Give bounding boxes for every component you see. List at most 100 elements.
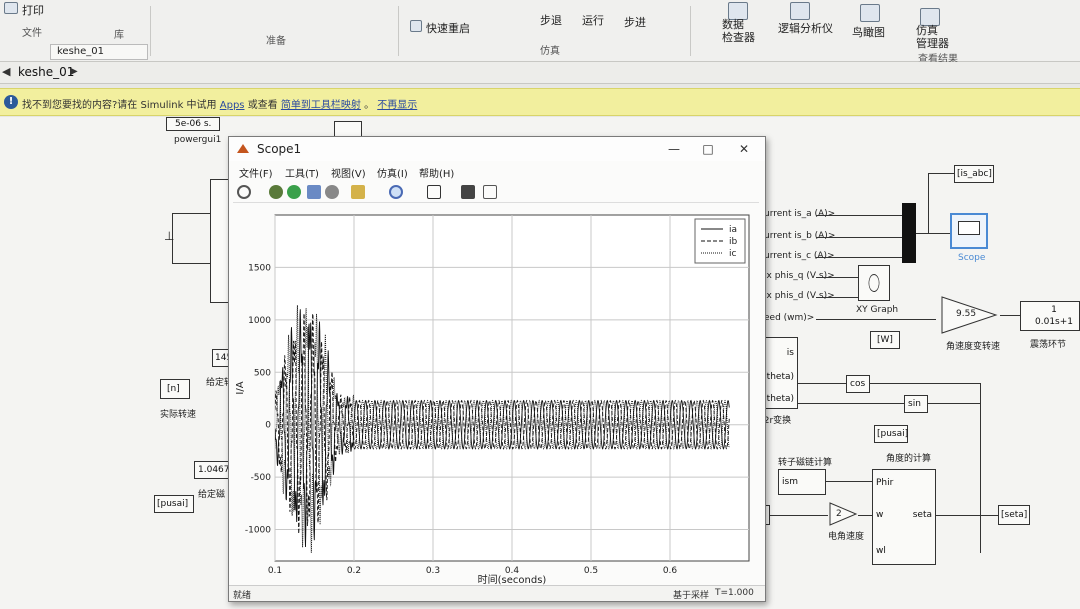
print-icon[interactable] xyxy=(4,2,18,14)
wire xyxy=(936,515,972,516)
y-tick-label: -1000 xyxy=(245,526,271,536)
goto-is-abc[interactable]: [is_abc] xyxy=(954,165,994,183)
model-tab[interactable]: keshe_01 xyxy=(50,44,148,60)
signal-label: urrent is_b (A)> xyxy=(764,231,836,241)
print-button[interactable]: 打印 xyxy=(22,2,44,18)
triggers-icon[interactable] xyxy=(461,185,475,199)
wire xyxy=(816,237,904,238)
dismiss-link[interactable]: 不再显示 xyxy=(377,100,417,111)
logic-analyzer-button[interactable]: 逻辑分析仪 xyxy=(778,20,833,36)
port-phir: Phir xyxy=(876,478,894,488)
nav-back-icon[interactable]: ◀ xyxy=(2,65,10,78)
breadcrumb[interactable]: keshe_01 xyxy=(18,65,74,79)
gain2-block[interactable] xyxy=(828,501,858,527)
prepare-section-label: 准备 xyxy=(266,36,286,47)
wire xyxy=(770,515,828,516)
menu-file[interactable]: 文件(F) xyxy=(239,165,273,180)
x-axis-label: 时间(seconds) xyxy=(478,573,547,585)
menu-tools[interactable]: 工具(T) xyxy=(285,165,319,180)
flux-ref-const[interactable]: 1.0467 xyxy=(194,461,232,479)
scope-block[interactable] xyxy=(950,213,988,249)
menu-simulation[interactable]: 仿真(I) xyxy=(377,165,408,180)
goto-pusai[interactable]: [pusai] xyxy=(874,425,908,443)
wire xyxy=(816,277,858,278)
goto-w[interactable]: [W] xyxy=(870,331,900,349)
transfer-fcn-block[interactable]: 1 0.01s+1 xyxy=(1020,301,1080,331)
x-tick-label: 0.5 xyxy=(584,566,598,576)
stop-icon[interactable] xyxy=(325,185,339,199)
wire xyxy=(816,257,904,258)
wire xyxy=(798,403,904,404)
quick-restart-icon[interactable] xyxy=(410,20,422,32)
wire xyxy=(928,173,929,233)
port-wl: wl xyxy=(876,546,886,556)
scope-plot[interactable]: 0.1 0.2 0.3 0.4 0.5 0.6-1000-500050010001500时… xyxy=(229,205,765,585)
scope-window[interactable]: Scope1 — □ ✕ 文件(F) 工具(T) 视图(V) 仿真(I) 帮助(… xyxy=(228,136,766,602)
legend-label-ic: ic xyxy=(729,249,737,259)
mux-block[interactable] xyxy=(902,203,916,263)
cursor-measure-icon[interactable] xyxy=(483,185,497,199)
run-button[interactable]: 运行 xyxy=(582,12,604,28)
inverter-block[interactable] xyxy=(210,179,230,303)
flux-calc-block[interactable]: ism xyxy=(778,469,826,495)
maximize-icon[interactable]: □ xyxy=(699,141,717,157)
settings-gear-icon[interactable] xyxy=(237,185,251,199)
signal-label: urrent is_c (A)> xyxy=(764,251,835,261)
step-forward-button[interactable]: 步进 xyxy=(624,14,646,30)
gain2-value: 2 xyxy=(836,509,842,519)
angle-calc-block[interactable]: Phir w wl seta xyxy=(872,469,936,565)
port-w: w xyxy=(876,510,884,520)
run-icon[interactable] xyxy=(287,185,301,199)
from-pusai-block[interactable]: [pusai] xyxy=(154,495,194,513)
wire xyxy=(816,319,936,320)
powergui-block[interactable]: 5e-06 s. xyxy=(166,117,220,131)
legend-label-ib: ib xyxy=(729,237,738,247)
bird-eye-button[interactable]: 鸟瞰图 xyxy=(852,24,885,40)
menu-help[interactable]: 帮助(H) xyxy=(419,165,454,180)
step-back-button[interactable]: 步退 xyxy=(540,12,562,28)
sim-manager-button[interactable]: 仿真 管理器 xyxy=(916,24,949,50)
x-tick-label: 0.6 xyxy=(663,566,678,576)
data-inspector-button[interactable]: 数据 检查器 xyxy=(722,18,755,44)
xy-graph-block[interactable] xyxy=(858,265,890,301)
wire xyxy=(928,173,954,174)
angle-calc-label: 角度的计算 xyxy=(886,454,932,464)
apps-link[interactable]: Apps xyxy=(220,100,245,111)
y-tick-label: -500 xyxy=(251,473,272,483)
wire xyxy=(870,383,980,384)
transfer-fcn-value: 1 0.01s+1 xyxy=(1035,305,1073,327)
separator xyxy=(150,6,151,56)
zoom-icon[interactable] xyxy=(389,185,403,199)
menu-view[interactable]: 视图(V) xyxy=(331,165,366,180)
wire xyxy=(826,481,872,482)
scope-statusbar: 就绪 基于采样 T=1.000 xyxy=(229,585,765,601)
y-tick-label: 0 xyxy=(265,421,271,431)
close-icon[interactable]: ✕ xyxy=(735,141,753,157)
powergui-value: 5e-06 s. xyxy=(175,119,212,129)
goto-pusai-text: [pusai] xyxy=(877,429,909,439)
transfer-fcn-label: 震荡环节 xyxy=(1030,340,1067,350)
quick-restart-button[interactable]: 快速重启 xyxy=(426,20,470,36)
toolstrip: 打印 文件 库 准备 快速重启 步退 运行 步进 仿真 数据 检查器 逻辑分析仪… xyxy=(0,0,1080,65)
shortcuts-link[interactable]: 简单到工具栏映射 xyxy=(281,100,361,111)
file-section-label: 文件 xyxy=(22,28,42,39)
scope-title: Scope1 xyxy=(257,142,302,156)
scope-menubar: 文件(F) 工具(T) 视图(V) 仿真(I) 帮助(H) xyxy=(229,163,765,181)
wire xyxy=(858,515,872,516)
step-back-icon[interactable] xyxy=(269,185,283,199)
goto-seta[interactable]: [seta] xyxy=(998,505,1030,525)
info-text: 找不到您要找的内容?请在 Simulink 中试用 xyxy=(22,100,217,111)
y-tick-label: 1500 xyxy=(248,263,271,273)
cos-block[interactable]: cos xyxy=(846,375,870,393)
highlight-icon[interactable] xyxy=(351,185,365,199)
minimize-icon[interactable]: — xyxy=(665,141,683,157)
logic-analyzer-icon[interactable] xyxy=(790,2,810,20)
sin-block[interactable]: sin xyxy=(904,395,928,413)
fit-to-view-icon[interactable] xyxy=(427,185,441,199)
step-forward-icon[interactable] xyxy=(307,185,321,199)
breadcrumb-arrow-icon[interactable]: ▶ xyxy=(70,66,78,77)
from-n-block[interactable]: [n] xyxy=(160,379,190,399)
wire xyxy=(972,515,998,516)
bird-eye-icon[interactable] xyxy=(860,4,880,22)
scope-titlebar[interactable]: Scope1 — □ ✕ xyxy=(229,137,765,161)
